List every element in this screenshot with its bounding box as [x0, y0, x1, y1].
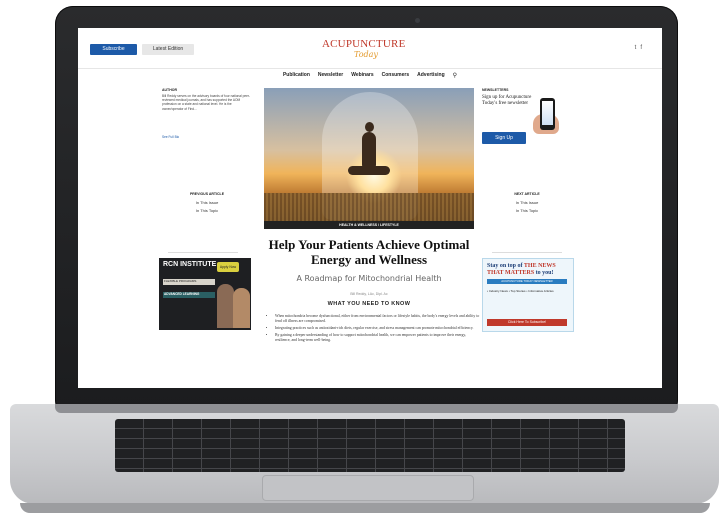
hero-image: [264, 88, 474, 226]
ad-newsletter[interactable]: Stay on top of THE NEWS THAT MATTERS to …: [482, 258, 574, 332]
article-byline: Bill Reddy, LAc, Dipl. Ac: [350, 292, 388, 296]
previous-in-topic-link[interactable]: In This Topic: [162, 208, 252, 213]
ad-rcn-institute[interactable]: RCN INSTITUTE FLEXIBLE PROGRAMS ADVANCED…: [159, 258, 251, 330]
meditator-head: [365, 122, 374, 132]
meditator-figure: [362, 132, 376, 168]
social-links: tf: [635, 45, 646, 51]
site-logo[interactable]: ACUPUNCTURE: [322, 38, 406, 50]
ad-advanced-learning: ADVANCED LEARNING: [163, 292, 215, 298]
next-article-heading: NEXT ARTICLE: [514, 192, 540, 196]
ad-list: • Industry News • Top Stories • Informat…: [487, 289, 554, 293]
trackpad: [262, 475, 474, 501]
subscribe-button[interactable]: Subscribe: [90, 44, 137, 55]
divider: [492, 252, 562, 253]
nav-item-consumers[interactable]: Consumers: [382, 72, 410, 78]
ad-headline-part: Stay on top of: [487, 263, 524, 269]
author-bio-link[interactable]: See Full Bio: [162, 135, 179, 139]
nav-item-publication[interactable]: Publication: [283, 72, 310, 78]
ad-bar: ACUPUNCTURE TODAY NEWSLETTER: [487, 279, 567, 284]
facebook-icon[interactable]: f: [640, 45, 646, 51]
article-subtitle: A Roadmap for Mitochondrial Health: [296, 274, 442, 283]
ad-headline: Stay on top of THE NEWS THAT MATTERS to …: [487, 263, 571, 276]
latest-edition-button[interactable]: Latest Edition: [142, 44, 194, 55]
previous-article-heading: PREVIOUS ARTICLE: [189, 192, 225, 196]
ad-subscribe-button[interactable]: Click Here To Subscribe!: [487, 319, 567, 326]
list-item: When mitochondria become dysfunctional, …: [275, 314, 481, 324]
next-in-issue-link[interactable]: In This Issue: [482, 200, 572, 205]
wyntk-heading: WHAT YOU NEED TO KNOW: [327, 301, 411, 307]
ad-apply-button[interactable]: Apply Now: [217, 262, 239, 272]
nav-item-advertising[interactable]: Advertising: [417, 72, 445, 78]
article-title: Help Your Patients Achieve Optimal Energ…: [268, 237, 470, 267]
author-bio: Bill Reddy serves on the advisory boards…: [162, 94, 251, 111]
nav-item-newsletter[interactable]: Newsletter: [318, 72, 343, 78]
search-icon[interactable]: ⚲: [453, 72, 457, 79]
graduate-image: [233, 288, 250, 328]
site-header: Subscribe Latest Edition ACUPUNCTURE Tod…: [78, 28, 662, 69]
list-item: Integrating practices such as antioxidan…: [275, 326, 481, 331]
newsletter-text: Sign up for Acupuncture Today's free new…: [482, 95, 532, 106]
ad-headline-end: to you!: [534, 269, 554, 276]
webcam: [415, 18, 420, 23]
site-logo-sub: Today: [354, 50, 378, 59]
laptop-foot: [20, 503, 710, 513]
list-item: By gaining a deeper understanding of how…: [275, 333, 481, 343]
graduate-image: [217, 284, 234, 328]
newsletter-signup-button[interactable]: Sign Up: [482, 132, 526, 144]
ad-brand: RCN INSTITUTE: [163, 261, 217, 268]
author-heading: AUTHOR: [162, 88, 177, 92]
phone-screen: [542, 101, 553, 125]
meditator-legs: [348, 166, 390, 175]
nav-item-webinars[interactable]: Webinars: [351, 72, 373, 78]
next-in-topic-link[interactable]: In This Topic: [482, 208, 572, 213]
ad-flexible-programs: FLEXIBLE PROGRAMS: [163, 279, 215, 285]
wyntk-list: When mitochondria become dysfunctional, …: [268, 314, 481, 345]
category-tag[interactable]: HEALTH & WELLNESS / LIFESTYLE: [264, 221, 474, 229]
divider: [168, 252, 238, 253]
browser-screen: Subscribe Latest Edition ACUPUNCTURE Tod…: [78, 28, 662, 388]
newsletter-heading: NEWSLETTERS: [482, 88, 509, 92]
main-nav: Publication Newsletter Webinars Consumer…: [78, 68, 662, 82]
previous-in-issue-link[interactable]: In This Issue: [162, 200, 252, 205]
laptop-hinge: [55, 404, 678, 413]
laptop: Subscribe Latest Edition ACUPUNCTURE Tod…: [0, 0, 721, 527]
keyboard: [115, 419, 625, 472]
